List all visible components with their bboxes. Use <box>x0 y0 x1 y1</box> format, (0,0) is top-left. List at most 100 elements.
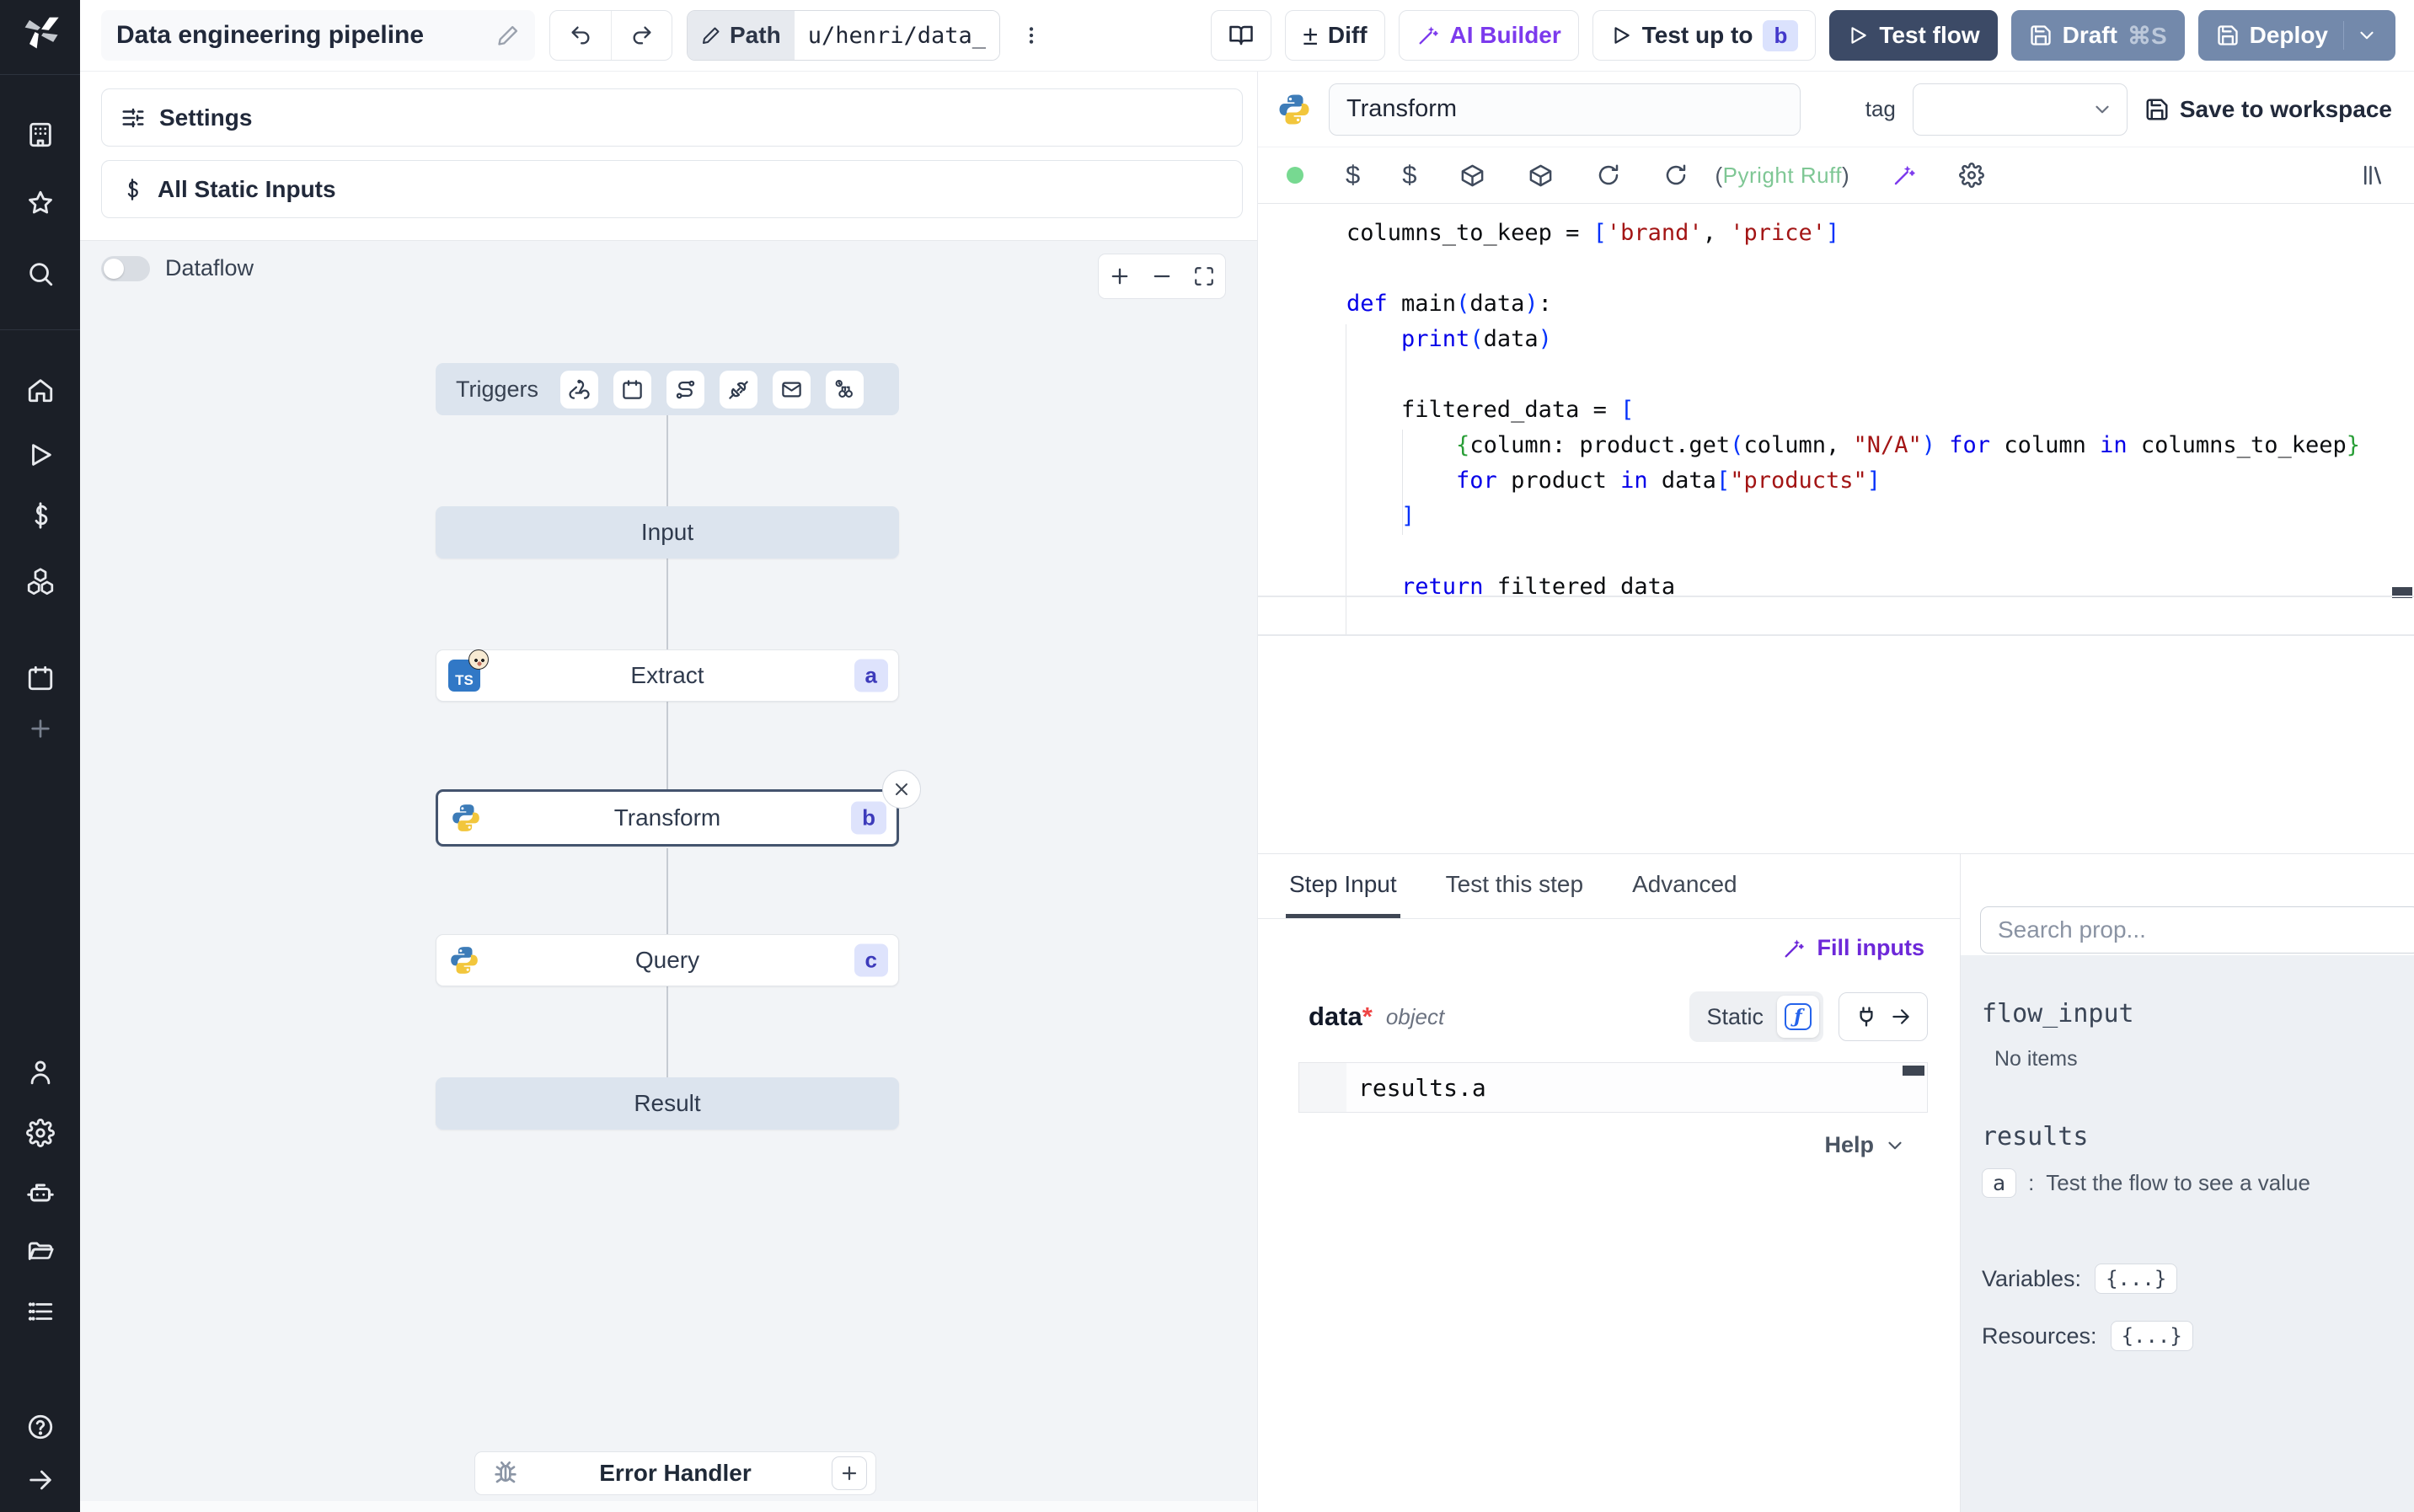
expression-value[interactable]: results.a <box>1346 1063 1486 1112</box>
deselect-node-close-icon[interactable] <box>882 770 921 809</box>
fill-inputs-button[interactable]: Fill inputs <box>1782 935 1925 961</box>
webhook-trigger-icon[interactable] <box>560 370 599 409</box>
tab-test-this-step[interactable]: Test this step <box>1443 854 1587 918</box>
redo-button[interactable] <box>611 11 672 60</box>
code-line[interactable] <box>1346 357 2414 393</box>
resources-label: Resources: <box>1982 1322 2097 1349</box>
docs-book-button[interactable] <box>1211 10 1272 61</box>
zoom-in-icon[interactable] <box>1101 254 1138 299</box>
test-up-to-button[interactable]: Test up to b <box>1592 10 1817 61</box>
code-line[interactable]: print(data) <box>1346 322 2414 357</box>
insert-resource-icon[interactable]: $ <box>1402 160 1416 190</box>
route-trigger-icon[interactable] <box>666 370 705 409</box>
ai-assist-wand-icon[interactable] <box>1892 163 1917 188</box>
ai-builder-button[interactable]: AI Builder <box>1398 10 1579 61</box>
help-icon[interactable] <box>24 1411 56 1443</box>
canvas-scrollbar-track[interactable] <box>80 1501 1257 1512</box>
help-toggle[interactable]: Help <box>1824 1132 1906 1158</box>
tab-step-input[interactable]: Step Input <box>1286 854 1400 918</box>
result-a-row[interactable]: a : Test the flow to see a value <box>1982 1168 2397 1198</box>
path-editor[interactable]: Path u/henri/data_ <box>687 10 1001 61</box>
package-icon[interactable] <box>1459 163 1485 189</box>
query-node[interactable]: Query c <box>436 934 899 986</box>
fill-inputs-label: Fill inputs <box>1817 935 1925 960</box>
folders-icon[interactable] <box>24 1236 56 1268</box>
resources-icon[interactable] <box>24 565 56 597</box>
library-icon[interactable] <box>2360 163 2385 188</box>
add-error-handler-button[interactable] <box>832 1456 867 1490</box>
error-handler-node[interactable]: Error Handler <box>474 1451 876 1495</box>
expression-editor[interactable]: results.a <box>1298 1062 1928 1113</box>
reset-icon[interactable] <box>1663 163 1689 188</box>
insert-variable-icon[interactable]: $ <box>1346 160 1360 190</box>
flow-input-section-label[interactable]: flow_input <box>1982 999 2397 1028</box>
diff-button[interactable]: ± Diff <box>1285 10 1385 61</box>
resources-object-chip[interactable]: {...} <box>2110 1321 2193 1351</box>
more-options-kebab-icon[interactable] <box>1014 10 1048 61</box>
draft-button[interactable]: Draft ⌘S <box>2010 10 2185 61</box>
tab-advanced[interactable]: Advanced <box>1629 854 1741 918</box>
runs-icon[interactable] <box>24 439 56 471</box>
code-line[interactable]: {column: product.get(column, "N/A") for … <box>1346 428 2414 463</box>
workers-robot-icon[interactable] <box>24 1177 56 1209</box>
edit-title-pencil-icon[interactable] <box>496 24 520 47</box>
zoom-out-icon[interactable] <box>1143 254 1180 299</box>
code-line[interactable]: columns_to_keep = ['brand', 'price'] <box>1346 216 2414 251</box>
settings-gear-icon[interactable] <box>24 1117 56 1149</box>
prop-search-input[interactable] <box>1980 906 2414 954</box>
expand-rail-icon[interactable] <box>24 1464 56 1496</box>
home-icon[interactable] <box>24 374 56 406</box>
transform-node-selected[interactable]: Transform b <box>436 789 899 847</box>
workspace-icon[interactable] <box>24 119 56 151</box>
code-line[interactable]: filtered_data = [ <box>1346 393 2414 428</box>
code-editor[interactable]: columns_to_keep = ['brand', 'price'] def… <box>1258 204 2414 596</box>
input-node[interactable]: Input <box>436 506 899 558</box>
code-line[interactable]: ] <box>1346 499 2414 534</box>
code-line[interactable] <box>1346 534 2414 569</box>
reload-icon[interactable] <box>1596 163 1621 188</box>
code-line[interactable]: for product in data["products"] <box>1346 463 2414 499</box>
search-icon[interactable] <box>24 258 56 290</box>
tag-select[interactable] <box>1912 83 2128 136</box>
editor-splitter[interactable] <box>1258 596 2414 597</box>
result-node[interactable]: Result <box>436 1077 899 1130</box>
undo-button[interactable] <box>550 11 611 60</box>
code-line[interactable]: def main(data): <box>1346 286 2414 322</box>
add-menu-icon[interactable] <box>24 713 56 745</box>
deploy-button[interactable]: Deploy <box>2197 10 2395 61</box>
schedule-trigger-icon[interactable] <box>613 370 652 409</box>
flow-settings-button[interactable]: Settings <box>101 88 1243 147</box>
editor-settings-gear-icon[interactable] <box>1959 163 1985 188</box>
websocket-trigger-icon[interactable] <box>720 370 758 409</box>
extract-node[interactable]: TS Extract a <box>436 649 899 702</box>
variables-row[interactable]: Variables: {...} <box>1982 1264 2397 1294</box>
fit-view-icon[interactable] <box>1186 254 1223 299</box>
results-section-label[interactable]: results <box>1982 1122 2397 1151</box>
audit-logs-icon[interactable] <box>24 1296 56 1328</box>
dataflow-toggle[interactable] <box>101 255 150 281</box>
javascript-expr-mode-button[interactable]: ƒ <box>1777 996 1819 1038</box>
editor-splitter[interactable] <box>1258 634 2414 636</box>
result-key-badge[interactable]: a <box>1982 1168 2017 1198</box>
path-value[interactable]: u/henri/data_ <box>794 11 1000 60</box>
triggers-node[interactable]: Triggers <box>436 363 899 415</box>
test-flow-button[interactable]: Test flow <box>1829 10 1998 61</box>
save-to-workspace-button[interactable]: Save to workspace <box>2144 96 2395 123</box>
all-static-inputs-button[interactable]: All Static Inputs <box>101 160 1243 218</box>
step-name-input[interactable] <box>1329 83 1801 136</box>
schedules-icon[interactable] <box>24 662 56 694</box>
package-icon[interactable] <box>1528 163 1554 189</box>
variables-icon[interactable] <box>24 500 56 532</box>
resources-row[interactable]: Resources: {...} <box>1982 1321 2397 1351</box>
code-line[interactable]: return filtered_data <box>1346 569 2414 596</box>
user-icon[interactable] <box>24 1056 56 1088</box>
flow-canvas[interactable]: Dataflow Triggers Input TS Extract a Tra… <box>80 241 1257 1501</box>
code-line[interactable] <box>1346 251 2414 286</box>
favorites-star-icon[interactable] <box>24 187 56 219</box>
flow-title-box[interactable]: Data engineering pipeline <box>101 10 535 61</box>
windmill-logo-icon[interactable] <box>19 10 62 54</box>
variables-object-chip[interactable]: {...} <box>2095 1264 2178 1294</box>
watch-poll-trigger-icon[interactable] <box>826 370 864 409</box>
email-trigger-icon[interactable] <box>773 370 811 409</box>
connect-input-button[interactable] <box>1839 992 1928 1041</box>
